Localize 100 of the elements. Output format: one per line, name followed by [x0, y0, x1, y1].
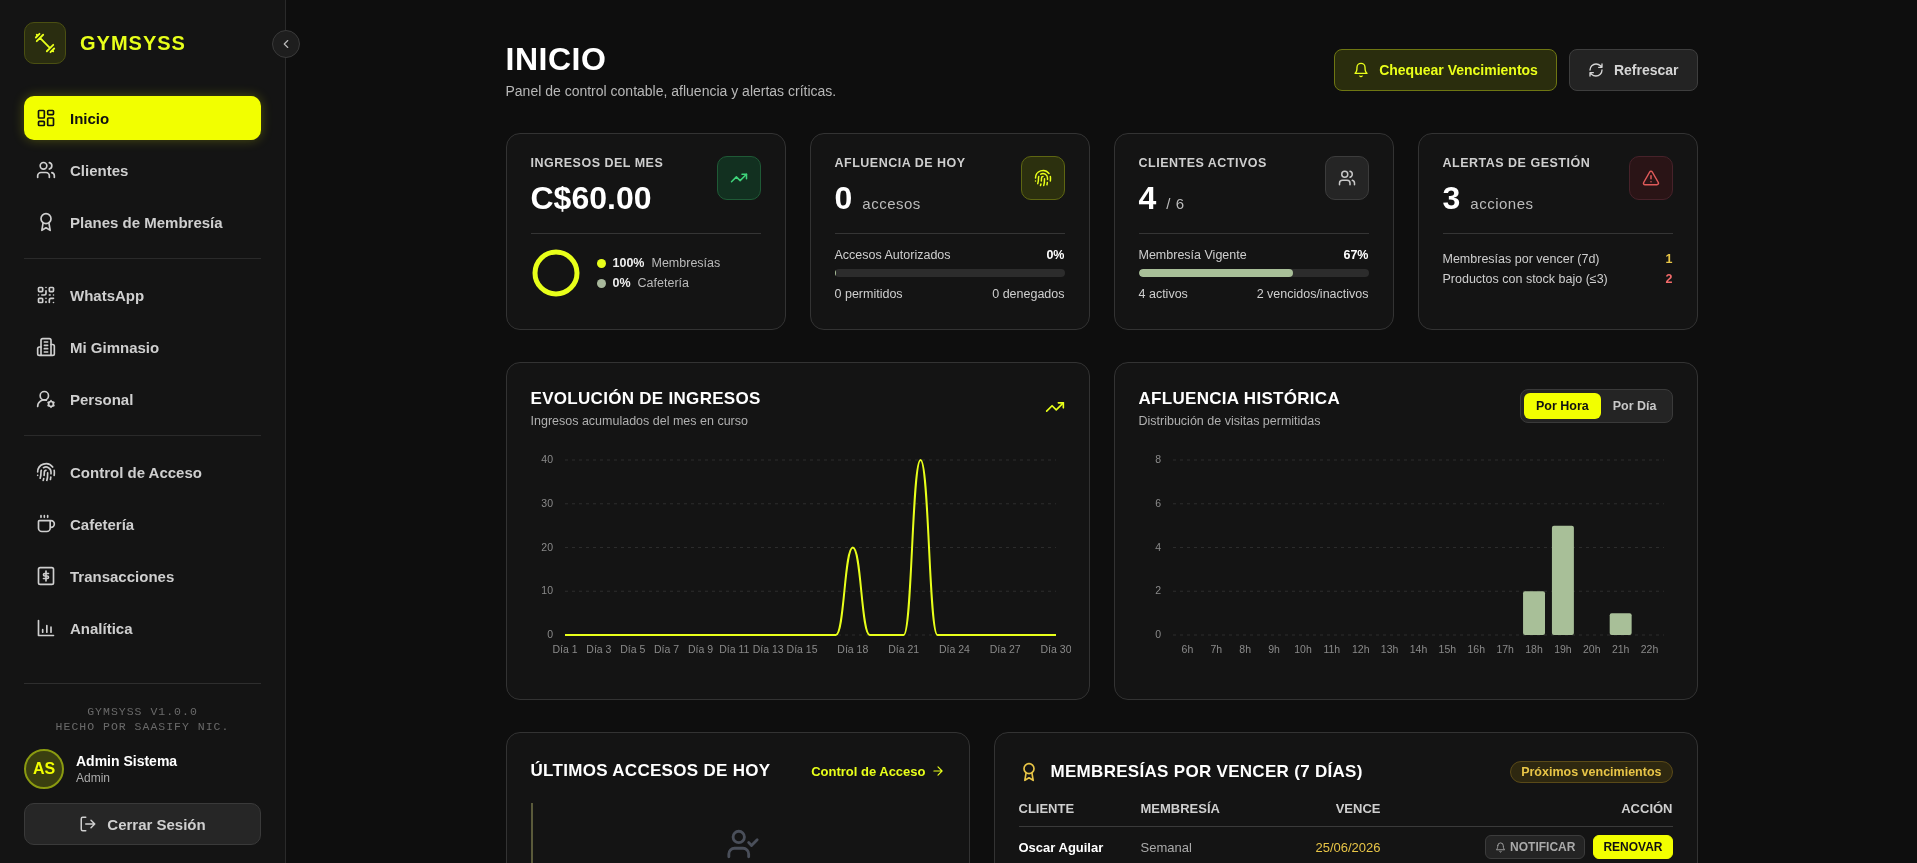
- nav-item[interactable]: WhatsApp: [24, 273, 261, 317]
- legend-percent: 100%: [612, 256, 645, 271]
- stat-label: INGRESOS DEL MES: [530, 156, 664, 171]
- version-text: GYMSYSS V1.0.0: [87, 703, 198, 720]
- nav-item[interactable]: Control de Acceso: [24, 450, 261, 494]
- notify-button[interactable]: NOTIFICAR: [1485, 835, 1586, 860]
- x-tick-label: 10h: [1293, 643, 1312, 656]
- brand-name: GYMSYSS: [80, 31, 186, 55]
- credit-text: HECHO POR SAASIFY NIC.: [55, 719, 230, 735]
- x-tick-label: 12h: [1351, 643, 1369, 656]
- stat-value: 0: [834, 180, 853, 218]
- stat-unit: acciones: [1470, 195, 1534, 213]
- nav-item[interactable]: Personal: [24, 377, 261, 421]
- fingerprint-icon: [1033, 169, 1052, 188]
- chart-subtitle: Ingresos acumulados del mes en curso: [530, 414, 749, 429]
- x-tick-label: 22h: [1640, 643, 1658, 656]
- y-tick-label: 4: [1154, 540, 1161, 553]
- progress-value: 0%: [1046, 248, 1065, 263]
- x-tick-label: 18h: [1524, 643, 1543, 656]
- building-icon: [36, 337, 56, 357]
- y-tick-label: 40: [540, 453, 553, 466]
- stat-value: C$60.00: [530, 180, 652, 218]
- column-header: MEMBRESÍA: [1140, 801, 1221, 817]
- x-tick-label: Día 5: [619, 643, 645, 656]
- progress-value: 67%: [1343, 248, 1369, 263]
- card-title: MEMBRESÍAS POR VENCER (7 DÍAS): [1050, 762, 1363, 783]
- card-title: ÚLTIMOS ACCESOS DE HOY: [530, 761, 771, 782]
- check-expirations-button[interactable]: Chequear Vencimientos: [1334, 49, 1557, 91]
- toggle-option[interactable]: Por Hora: [1523, 393, 1601, 420]
- x-tick-label: Día 21: [887, 643, 919, 656]
- nav-item[interactable]: Analítica: [24, 606, 261, 650]
- renew-button[interactable]: RENOVAR: [1593, 835, 1673, 860]
- x-tick-label: 20h: [1582, 643, 1601, 656]
- x-tick-label: 14h: [1409, 643, 1427, 656]
- dollar-receipt-icon: [36, 566, 56, 586]
- refresh-icon: [1587, 62, 1604, 78]
- stat-value: 3: [1442, 180, 1461, 218]
- x-tick-label: Día 18: [836, 643, 868, 656]
- y-tick-label: 10: [540, 584, 553, 597]
- progress-label: Accesos Autorizados: [834, 248, 951, 263]
- column-header: ACCIÓN: [1621, 801, 1673, 817]
- grid-icon: [36, 108, 56, 128]
- x-tick-label: Día 7: [653, 643, 679, 656]
- refresh-button[interactable]: Refrescar: [1568, 49, 1698, 91]
- ring-chart: [530, 248, 581, 299]
- nav-item[interactable]: Mi Gimnasio: [24, 325, 261, 369]
- x-tick-label: 9h: [1267, 643, 1280, 656]
- x-tick-label: 13h: [1380, 643, 1398, 656]
- user-role: Admin: [76, 771, 111, 785]
- y-tick-label: 0: [1154, 628, 1161, 641]
- x-tick-label: Día 15: [786, 643, 817, 656]
- warning-icon: [1641, 169, 1660, 188]
- y-tick-label: 2: [1154, 584, 1161, 597]
- x-tick-label: Día 3: [585, 643, 611, 656]
- page-subtitle: Panel de control contable, afluencia y alertas críticas.: [505, 83, 837, 100]
- dumbbell-icon: [34, 32, 56, 54]
- access-control-link[interactable]: Control de Acceso: [811, 763, 945, 779]
- chart-title: AFLUENCIA HISTÓRICA: [1138, 389, 1340, 410]
- column-header: CLIENTE: [1018, 801, 1076, 817]
- alert-label: Membresías por vencer (7d): [1442, 252, 1600, 267]
- alert-label: Productos con stock bajo (≤3): [1442, 272, 1608, 287]
- cup-icon: [36, 514, 56, 534]
- users-icon: [1337, 169, 1356, 188]
- toggle-option[interactable]: Por Día: [1600, 393, 1669, 420]
- x-tick-label: 8h: [1238, 643, 1251, 656]
- legend-percent: 0%: [612, 276, 631, 291]
- x-tick-label: 15h: [1438, 643, 1456, 656]
- x-tick-label: Día 9: [687, 643, 713, 656]
- stat-unit: accesos: [862, 195, 921, 213]
- user-gear-icon: [36, 389, 56, 409]
- collapse-button[interactable]: [272, 30, 300, 58]
- progress-caption: 2 vencidos/inactivos: [1256, 287, 1369, 302]
- stat-label: AFLUENCIA DE HOY: [834, 156, 966, 171]
- x-tick-label: 21h: [1611, 643, 1629, 656]
- stat-label: ALERTAS DE GESTIÓN: [1442, 156, 1591, 171]
- x-tick-label: Día 11: [718, 643, 749, 656]
- bar: [1522, 591, 1545, 636]
- y-tick-label: 30: [540, 496, 553, 509]
- nav-item[interactable]: Transacciones: [24, 554, 261, 598]
- page-title: INICIO: [505, 42, 608, 78]
- progress-label: Membresía Vigente: [1138, 248, 1247, 263]
- stat-label: CLIENTES ACTIVOS: [1138, 156, 1267, 171]
- logout-button[interactable]: Cerrar Sesión: [24, 803, 261, 845]
- table-cell-text: 25/06/2026: [1314, 839, 1381, 855]
- x-tick-label: Día 27: [989, 643, 1021, 656]
- x-tick-label: Día 24: [938, 643, 970, 656]
- nav-item[interactable]: Clientes: [24, 148, 261, 192]
- x-tick-label: Día 1: [551, 643, 578, 656]
- x-tick-label: 7h: [1210, 643, 1222, 656]
- stat-unit: / 6: [1166, 195, 1185, 213]
- nav-item[interactable]: Inicio: [24, 96, 261, 140]
- nav-item[interactable]: Cafetería: [24, 502, 261, 546]
- x-tick-label: 16h: [1467, 643, 1485, 656]
- bar: [1609, 613, 1632, 636]
- bar-chart-icon: [36, 618, 56, 638]
- alert-count: 2: [1665, 272, 1673, 287]
- status-badge: Próximos vencimientos: [1510, 761, 1673, 784]
- nav-item[interactable]: Planes de Membresía: [24, 200, 261, 244]
- x-tick-label: 17h: [1495, 643, 1514, 656]
- x-tick-label: 6h: [1181, 643, 1193, 656]
